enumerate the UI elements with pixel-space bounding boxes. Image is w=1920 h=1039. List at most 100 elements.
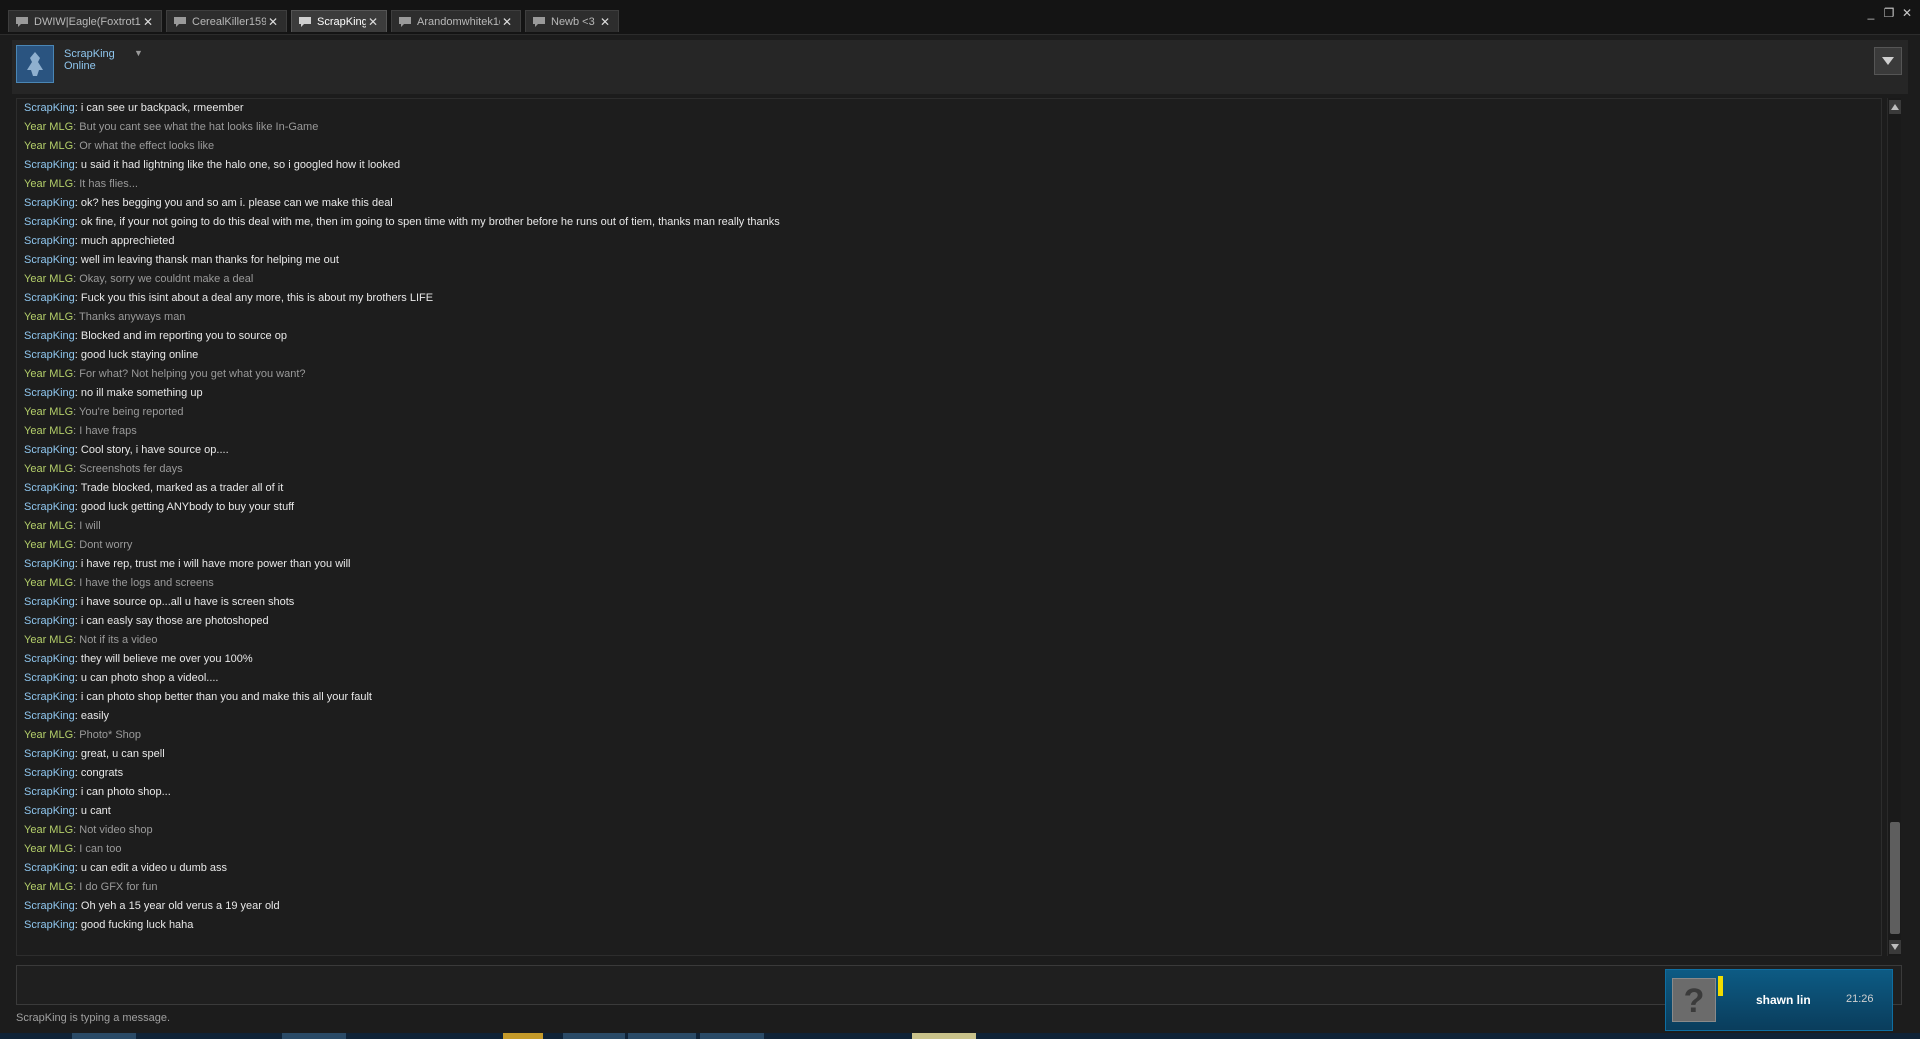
message-sender[interactable]: ScrapKing	[24, 387, 75, 399]
message-sender[interactable]: Year MLG	[24, 634, 73, 646]
message-sender[interactable]: Year MLG	[24, 824, 73, 836]
tab-dwiw-eagle[interactable]: DWIW|Eagle(Foxtrot1) ✕	[8, 10, 162, 32]
message-sender[interactable]: Year MLG	[24, 729, 73, 741]
friend-name[interactable]: ScrapKing	[64, 48, 115, 60]
taskbar-item[interactable]	[628, 1033, 696, 1039]
message-sender[interactable]: ScrapKing	[24, 349, 75, 361]
chat-options-button[interactable]	[1874, 47, 1902, 75]
chat-message: Year MLG: It has flies...	[17, 175, 1881, 194]
tab-close-icon[interactable]: ✕	[141, 15, 155, 29]
message-text: good fucking luck haha	[80, 919, 194, 931]
chat-message: Year MLG: Photo* Shop	[17, 726, 1881, 745]
message-sender[interactable]: Year MLG	[24, 881, 73, 893]
taskbar-item[interactable]	[503, 1033, 543, 1039]
message-sender[interactable]: Year MLG	[24, 178, 73, 190]
scroll-thumb[interactable]	[1890, 822, 1900, 934]
message-sender[interactable]: Year MLG	[24, 140, 73, 152]
scroll-down-button[interactable]	[1889, 940, 1901, 954]
taskbar-item[interactable]	[700, 1033, 764, 1039]
message-text: Thanks anyways man	[79, 311, 186, 323]
message-sender[interactable]: ScrapKing	[24, 102, 75, 114]
message-sender[interactable]: ScrapKing	[24, 805, 75, 817]
taskbar-item[interactable]	[563, 1033, 625, 1039]
taskbar-item[interactable]	[72, 1033, 136, 1039]
message-text: i can see ur backpack, rmeember	[80, 102, 244, 114]
tab-close-icon[interactable]: ✕	[266, 15, 280, 29]
chat-scrollbar[interactable]	[1887, 98, 1901, 956]
message-sender[interactable]: ScrapKing	[24, 672, 75, 684]
message-sender[interactable]: ScrapKing	[24, 292, 75, 304]
tab-bar: DWIW|Eagle(Foxtrot1) ✕ CerealKiller159 ✕…	[0, 0, 1920, 35]
message-sender[interactable]: Year MLG	[24, 311, 73, 323]
notification-toast[interactable]: ? shawn lin 21:26	[1665, 969, 1893, 1031]
tab-arandomwhitek1d[interactable]: Arandomwhitek1d ✕	[391, 10, 521, 32]
chat-message: Year MLG: Not if its a video	[17, 631, 1881, 650]
message-sender[interactable]: ScrapKing	[24, 767, 75, 779]
tab-newb[interactable]: Newb <3 ✕	[525, 10, 619, 32]
message-sender[interactable]: ScrapKing	[24, 501, 75, 513]
message-sender[interactable]: ScrapKing	[24, 919, 75, 931]
message-sender[interactable]: Year MLG	[24, 843, 73, 855]
friend-avatar[interactable]	[16, 45, 54, 83]
message-sender[interactable]: ScrapKing	[24, 216, 75, 228]
message-text: Okay, sorry we couldnt make a deal	[79, 273, 254, 285]
minimize-button[interactable]: _	[1864, 6, 1878, 20]
chat-message: ScrapKing: i can photo shop better than …	[17, 688, 1881, 707]
chat-message: Year MLG: Thanks anyways man	[17, 308, 1881, 327]
message-input[interactable]	[16, 965, 1902, 1005]
message-sender[interactable]: Year MLG	[24, 121, 73, 133]
message-text: easily	[80, 710, 110, 722]
message-text: u can edit a video u dumb ass	[80, 862, 228, 874]
message-sender[interactable]: ScrapKing	[24, 786, 75, 798]
tab-scrapking[interactable]: ScrapKing ✕	[291, 10, 387, 32]
message-text: good luck staying online	[80, 349, 199, 361]
message-sender[interactable]: ScrapKing	[24, 254, 75, 266]
scroll-up-button[interactable]	[1889, 100, 1901, 114]
tab-cerealkiller159[interactable]: CerealKiller159 ✕	[166, 10, 287, 32]
status-indicator	[1718, 976, 1723, 996]
message-sender[interactable]: ScrapKing	[24, 653, 75, 665]
message-sender[interactable]: ScrapKing	[24, 596, 75, 608]
message-sender[interactable]: ScrapKing	[24, 330, 75, 342]
chat-message: ScrapKing: u can photo shop a videol....	[17, 669, 1881, 688]
message-sender[interactable]: Year MLG	[24, 425, 73, 437]
message-sender[interactable]: ScrapKing	[24, 197, 75, 209]
message-sender[interactable]: Year MLG	[24, 406, 73, 418]
message-sender[interactable]: Year MLG	[24, 539, 73, 551]
chat-message: ScrapKing: much apprechieted	[17, 232, 1881, 251]
message-text: i can photo shop better than you and mak…	[80, 691, 372, 703]
message-sender[interactable]: ScrapKing	[24, 691, 75, 703]
close-window-button[interactable]: ✕	[1900, 6, 1914, 20]
message-sender[interactable]: ScrapKing	[24, 615, 75, 627]
taskbar-item[interactable]	[282, 1033, 346, 1039]
message-sender[interactable]: ScrapKing	[24, 159, 75, 171]
message-sender[interactable]: ScrapKing	[24, 558, 75, 570]
message-sender[interactable]: ScrapKing	[24, 235, 75, 247]
tab-close-icon[interactable]: ✕	[598, 15, 612, 29]
chat-log[interactable]: ScrapKing: i can see ur backpack, rmeemb…	[16, 98, 1882, 956]
message-text: Not if its a video	[79, 634, 158, 646]
chat-message: ScrapKing: u said it had lightning like …	[17, 156, 1881, 175]
chat-message: ScrapKing: congrats	[17, 764, 1881, 783]
message-sender[interactable]: Year MLG	[24, 463, 73, 475]
chat-message: Year MLG: I have fraps	[17, 422, 1881, 441]
chat-message: Year MLG: Dont worry	[17, 536, 1881, 555]
message-sender[interactable]: ScrapKing	[24, 862, 75, 874]
message-sender[interactable]: Year MLG	[24, 368, 73, 380]
message-sender[interactable]: ScrapKing	[24, 710, 75, 722]
message-text: good luck getting ANYbody to buy your st…	[80, 501, 295, 513]
tab-close-icon[interactable]: ✕	[366, 15, 380, 29]
message-sender[interactable]: Year MLG	[24, 520, 73, 532]
tab-close-icon[interactable]: ✕	[500, 15, 514, 29]
message-text: i can easly say those are photoshoped	[80, 615, 269, 627]
message-sender[interactable]: Year MLG	[24, 273, 73, 285]
message-sender[interactable]: ScrapKing	[24, 444, 75, 456]
message-sender[interactable]: Year MLG	[24, 577, 73, 589]
restore-button[interactable]: ❐	[1882, 6, 1896, 20]
message-sender[interactable]: ScrapKing	[24, 900, 75, 912]
message-sender[interactable]: ScrapKing	[24, 748, 75, 760]
chevron-down-icon[interactable]: ▼	[134, 48, 143, 58]
chat-bubble-icon	[16, 16, 28, 27]
taskbar-item[interactable]	[912, 1033, 976, 1039]
message-sender[interactable]: ScrapKing	[24, 482, 75, 494]
